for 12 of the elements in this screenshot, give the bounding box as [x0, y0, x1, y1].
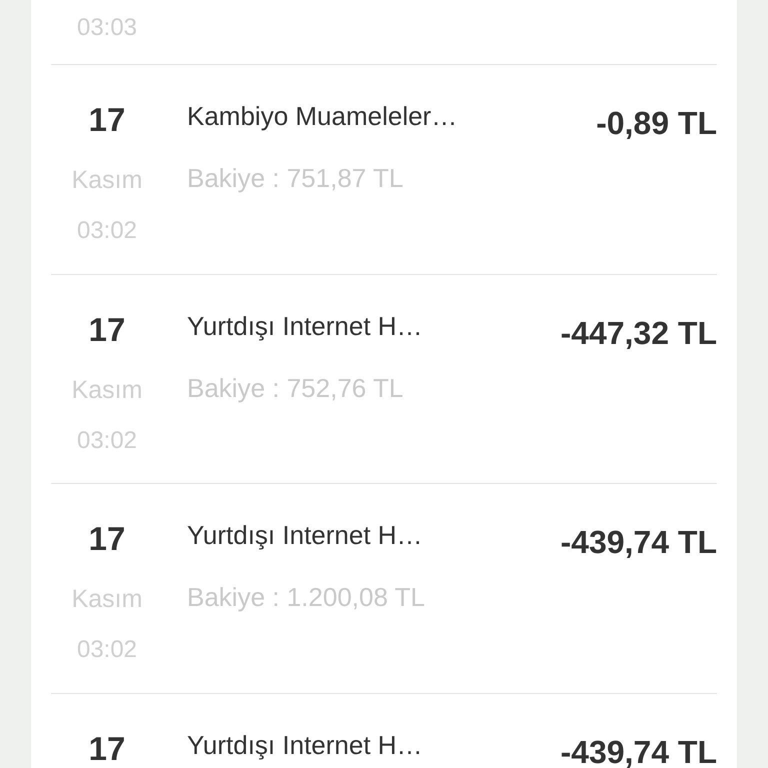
transaction-amount: -0,89 TL [596, 106, 717, 143]
transaction-day: 17 [88, 522, 126, 556]
transaction-day: 17 [88, 102, 126, 136]
transaction-title: Yurtdışı Internet H… [187, 732, 424, 758]
transaction-title: Kambiyo Muameleler… [187, 102, 458, 129]
transaction-amount: -447,32 TL [560, 316, 717, 353]
transaction-title: Yurtdışı Internet H… [187, 312, 424, 339]
transaction-day: 17 [88, 732, 126, 765]
transaction-amount: -439,74 TL [560, 736, 717, 768]
transaction-amount: -439,74 TL [560, 526, 717, 562]
transaction-day: 17 [88, 312, 126, 346]
transaction-title: Yurtdışı Internet H… [187, 522, 424, 548]
